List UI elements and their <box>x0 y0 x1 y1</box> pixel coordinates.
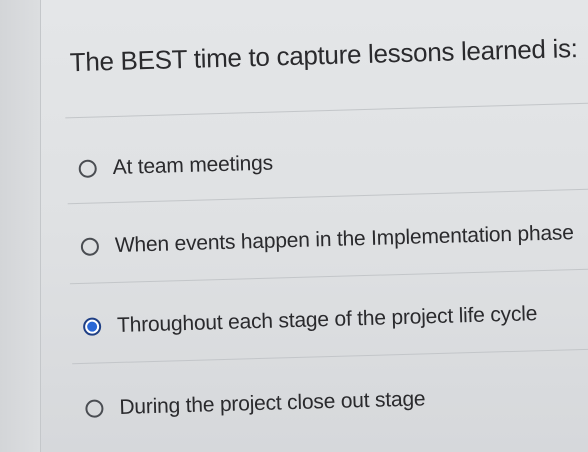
option-label: During the project close out stage <box>119 387 426 419</box>
option-throughout-life-cycle[interactable]: Throughout each stage of the project lif… <box>82 302 538 339</box>
option-implementation-phase[interactable]: When events happen in the Implementation… <box>80 221 574 259</box>
radio-button-icon[interactable] <box>85 399 104 418</box>
radio-button-icon[interactable] <box>78 159 97 178</box>
divider <box>69 268 588 285</box>
divider <box>67 188 588 205</box>
left-margin <box>0 0 41 452</box>
option-close-out-stage[interactable]: During the project close out stage <box>85 387 426 420</box>
option-label: When events happen in the Implementation… <box>114 221 574 258</box>
option-label: Throughout each stage of the project lif… <box>116 302 538 337</box>
option-at-team-meetings[interactable]: At team meetings <box>78 152 273 181</box>
quiz-screen: The BEST time to capture lessons learned… <box>0 0 588 452</box>
radio-button-selected-icon[interactable] <box>82 317 102 336</box>
question-text: The BEST time to capture lessons learned… <box>69 33 579 78</box>
option-label: At team meetings <box>112 151 274 180</box>
divider <box>65 102 588 119</box>
divider <box>72 348 588 365</box>
question-card: The BEST time to capture lessons learned… <box>40 0 588 452</box>
radio-button-icon[interactable] <box>80 237 100 256</box>
